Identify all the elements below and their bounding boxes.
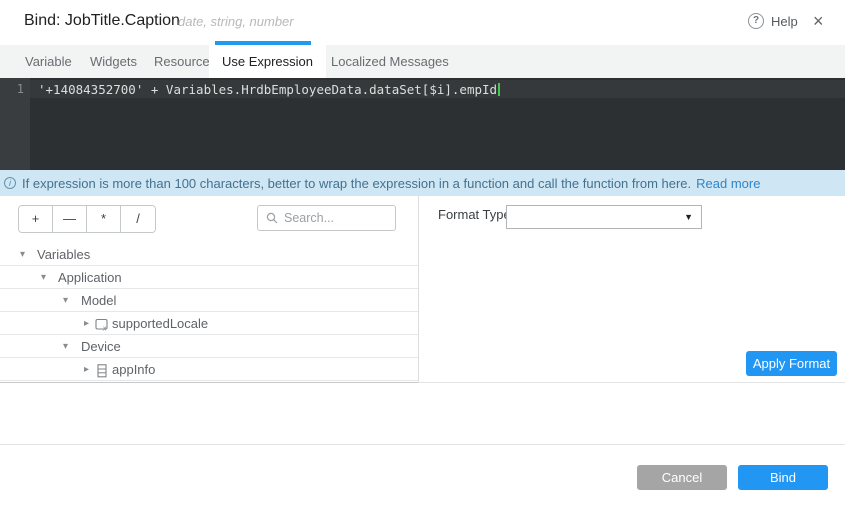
variables-tree: ▾ Variables ▾ Application ▾ Model ▸ x: [0, 243, 418, 381]
tab-localized-messages[interactable]: Localized Messages: [331, 45, 449, 78]
tab-resource[interactable]: Resource: [154, 45, 210, 78]
tree-item-label: appInfo: [112, 358, 155, 381]
search-icon: [266, 212, 278, 224]
editor-gutter: 1: [0, 78, 30, 170]
active-tab-indicator: [215, 41, 311, 45]
page-title: Bind: JobTitle.Caption: [24, 12, 180, 30]
bind-button[interactable]: Bind: [738, 465, 828, 490]
help-label: Help: [771, 14, 798, 29]
tree-item-label: Device: [81, 335, 121, 358]
apply-format-button[interactable]: Apply Format: [746, 351, 837, 376]
tree-item-label: Model: [81, 289, 116, 312]
dialog-header: Bind: JobTitle.Caption date, string, num…: [0, 0, 845, 45]
tree-item-model[interactable]: ▾ Model: [0, 289, 418, 312]
bind-dialog: Bind: JobTitle.Caption date, string, num…: [0, 0, 845, 506]
tab-use-expression-label: Use Expression: [209, 45, 326, 78]
help-button[interactable]: ? Help: [748, 13, 798, 29]
line-number: 1: [0, 82, 24, 96]
operator-divide-button[interactable]: /: [121, 206, 155, 232]
format-type-select[interactable]: ▼: [506, 205, 702, 229]
tab-bar: Variable Widgets Resource Use Expression…: [0, 45, 845, 78]
tree-item-device[interactable]: ▾ Device: [0, 335, 418, 358]
tree-item-label: Application: [58, 266, 122, 289]
chevron-down-icon[interactable]: ▾: [20, 243, 25, 266]
expression-code[interactable]: '+14084352700' + Variables.HrdbEmployeeD…: [38, 82, 500, 97]
expression-code-editor[interactable]: 1 '+14084352700' + Variables.HrdbEmploye…: [0, 78, 845, 170]
tab-use-expression[interactable]: Use Expression: [209, 45, 326, 78]
format-type-label: Format Type: [438, 207, 511, 222]
chevron-down-icon[interactable]: ▾: [63, 289, 68, 312]
text-cursor: [498, 83, 500, 96]
chevron-down-icon[interactable]: ▾: [41, 266, 46, 289]
chevron-down-icon[interactable]: ▾: [63, 335, 68, 358]
dropdown-arrow-icon: ▼: [684, 212, 693, 222]
info-banner: i If expression is more than 100 charact…: [0, 170, 845, 196]
info-message: If expression is more than 100 character…: [22, 176, 691, 191]
chevron-right-icon[interactable]: ▸: [84, 312, 89, 335]
close-icon[interactable]: ×: [813, 10, 824, 32]
operator-plus-button[interactable]: +: [19, 206, 53, 232]
code-text: '+14084352700' + Variables.HrdbEmployeeD…: [38, 82, 497, 97]
svg-text:x: x: [103, 326, 107, 333]
tree-item-appinfo[interactable]: ▸ appInfo: [0, 358, 418, 381]
help-icon: ?: [748, 13, 764, 29]
footer-divider: [0, 444, 845, 445]
search-input[interactable]: [284, 211, 384, 225]
object-variable-icon: [95, 362, 109, 385]
tab-widgets[interactable]: Widgets: [90, 45, 137, 78]
info-icon: i: [4, 177, 16, 189]
tree-item-application[interactable]: ▾ Application: [0, 266, 418, 289]
operator-toolbar: + — * /: [18, 205, 156, 233]
variables-panel: + — * / ▾ Variables ▾ Application ▾ Mod: [0, 196, 418, 383]
format-panel: Format Type ▼ Apply Format: [418, 196, 845, 383]
tree-item-supportedlocale[interactable]: ▸ x supportedLocale: [0, 312, 418, 335]
cancel-button[interactable]: Cancel: [637, 465, 727, 490]
chevron-right-icon[interactable]: ▸: [84, 358, 89, 381]
operator-minus-button[interactable]: —: [53, 206, 87, 232]
read-more-link[interactable]: Read more: [696, 176, 760, 191]
tree-item-label: supportedLocale: [112, 312, 208, 335]
tree-item-label: Variables: [37, 243, 90, 266]
tree-item-variables[interactable]: ▾ Variables: [0, 243, 418, 266]
operator-multiply-button[interactable]: *: [87, 206, 121, 232]
search-field[interactable]: [257, 205, 396, 231]
type-hint: date, string, number: [178, 14, 294, 29]
tab-variable[interactable]: Variable: [25, 45, 72, 78]
